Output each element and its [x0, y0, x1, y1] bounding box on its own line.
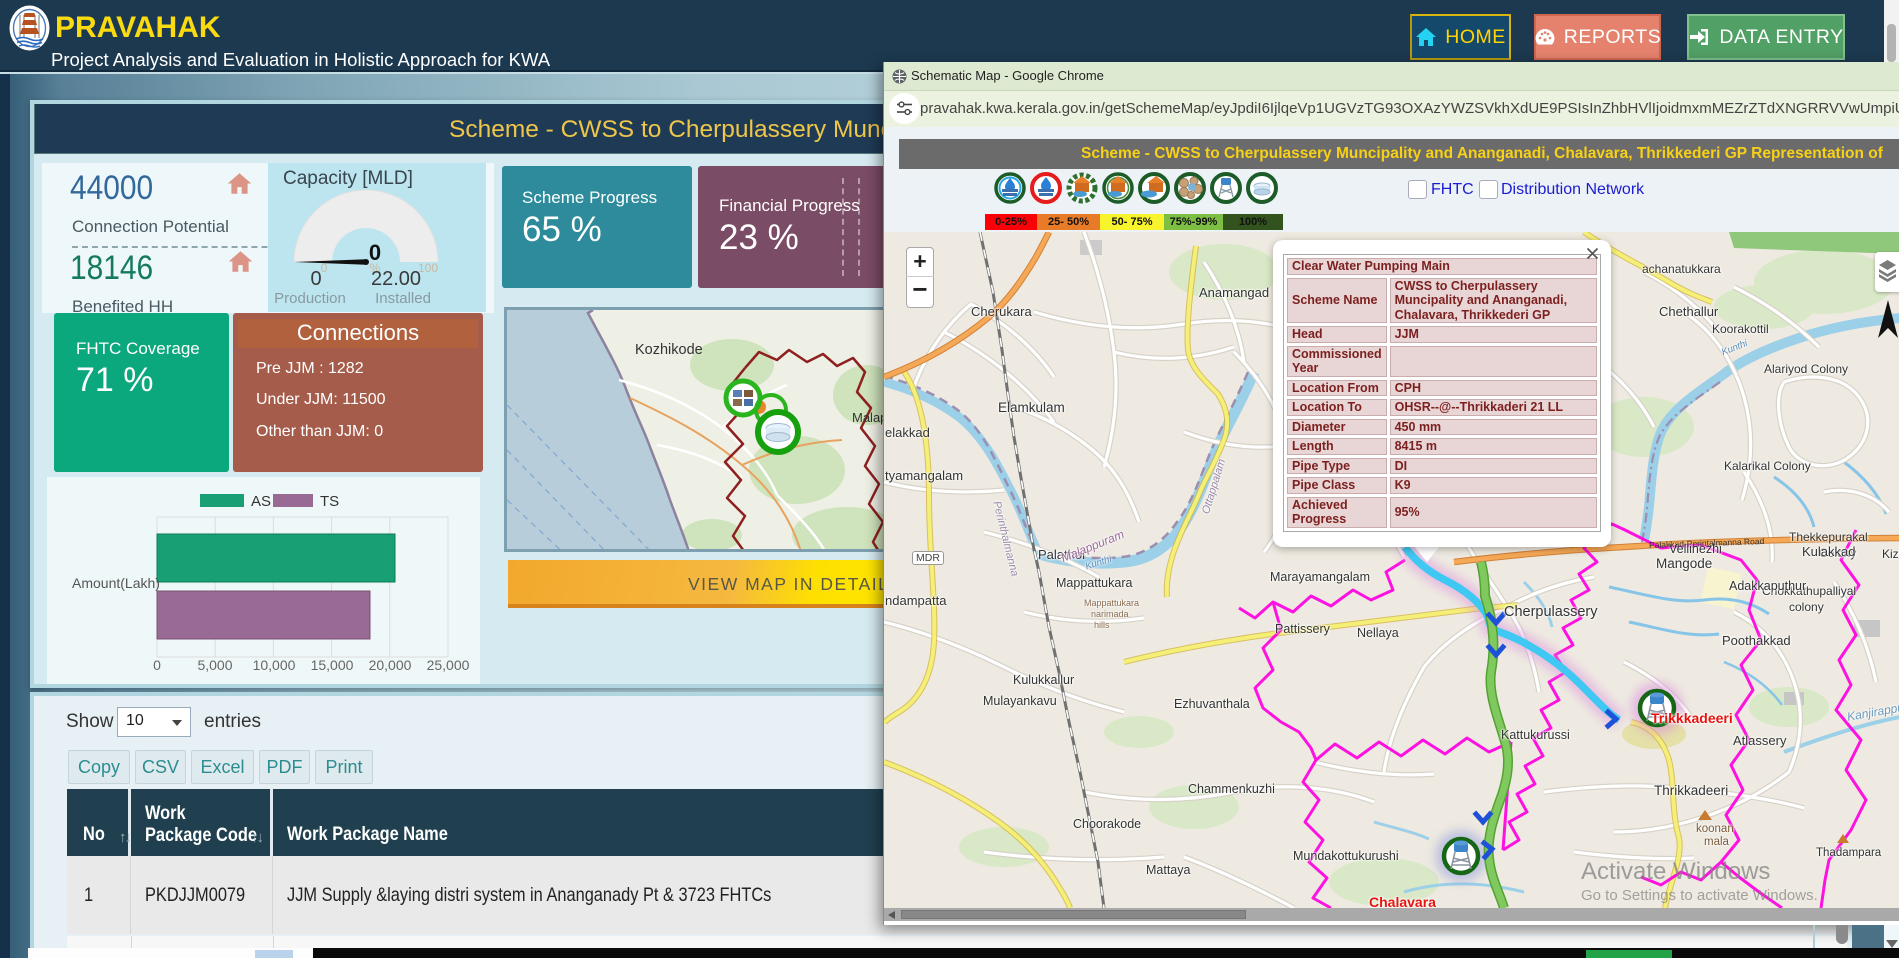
svg-text:Installed: Installed	[375, 290, 431, 307]
svg-text:Kozhikode: Kozhikode	[635, 342, 703, 358]
svg-text:0: 0	[321, 261, 328, 275]
svg-text:5,000: 5,000	[197, 657, 232, 673]
svg-text:15,000: 15,000	[311, 657, 354, 673]
svg-text:Amount(Lakh): Amount(Lakh)	[72, 575, 160, 591]
svg-text:100: 100	[418, 261, 438, 275]
svg-text:AS: AS	[251, 493, 271, 510]
svg-text:10,000: 10,000	[253, 657, 296, 673]
svg-text:TS: TS	[320, 493, 339, 510]
svg-text:20,000: 20,000	[369, 657, 412, 673]
svg-text:Production: Production	[274, 290, 346, 307]
svg-text:0: 0	[153, 657, 161, 673]
svg-text:25,000: 25,000	[427, 657, 470, 673]
svg-text:0: 0	[310, 268, 321, 290]
svg-text:22.00: 22.00	[371, 268, 421, 290]
